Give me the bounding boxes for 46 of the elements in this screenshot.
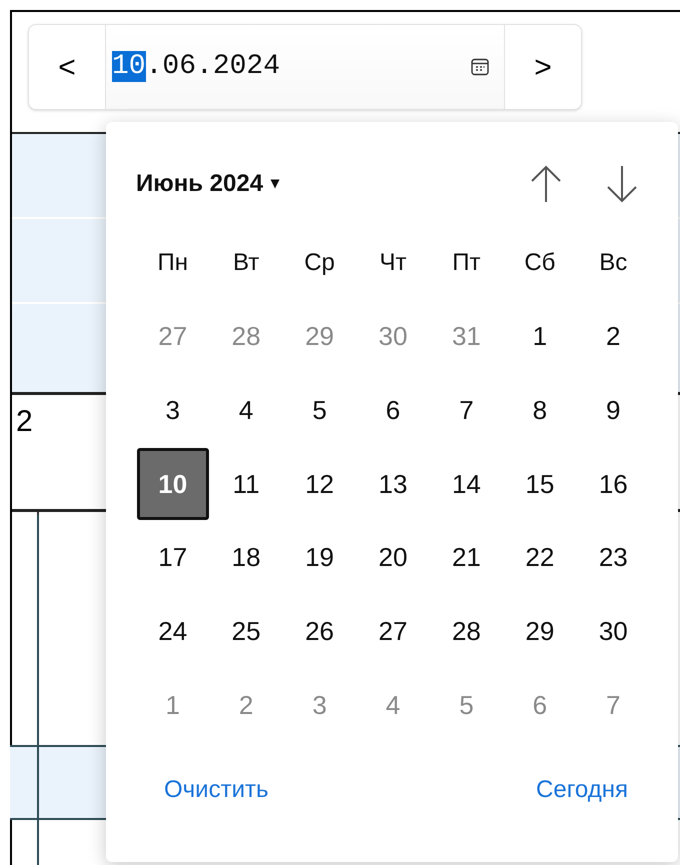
calendar-day[interactable]: 12 <box>284 448 356 520</box>
weekday-label: Вт <box>233 248 260 278</box>
today-link[interactable]: Сегодня <box>536 772 628 808</box>
weekday-label: Ср <box>304 248 335 278</box>
calendar-day[interactable]: 5 <box>284 374 356 447</box>
calendar-day[interactable]: 4 <box>210 374 282 447</box>
calendar-day[interactable]: 21 <box>430 522 502 594</box>
month-selector[interactable]: Июнь 2024 ▾ <box>136 166 280 202</box>
calendar-day[interactable]: 6 <box>356 374 429 447</box>
weekday-label: Пт <box>452 248 481 278</box>
calendar-day[interactable]: 1 <box>504 300 576 373</box>
calendar-day[interactable]: 22 <box>504 522 576 594</box>
date-text: 10.06.2024 <box>112 50 280 84</box>
calendar-day[interactable]: 10 <box>136 448 209 520</box>
table-cell-text: 2 <box>16 407 33 440</box>
calendar-day[interactable]: 23 <box>577 522 650 594</box>
calendar-day[interactable]: 13 <box>356 448 429 520</box>
calendar-day[interactable]: 28 <box>430 596 502 668</box>
calendar-day[interactable]: 11 <box>210 448 282 520</box>
date-input[interactable]: 10.06.2024 <box>105 25 505 109</box>
calendar-day[interactable]: 3 <box>136 374 209 447</box>
weekday-label: Чт <box>379 248 406 278</box>
next-date-button[interactable]: > <box>505 25 581 109</box>
weekday-label: Сб <box>524 248 556 278</box>
clear-link[interactable]: Очистить <box>164 772 268 808</box>
calendar-day[interactable]: 26 <box>284 596 356 668</box>
calendar-day[interactable]: 18 <box>210 522 282 594</box>
calendar-day[interactable]: 9 <box>577 374 650 447</box>
calendar-day[interactable]: 14 <box>430 448 502 520</box>
calendar-day[interactable]: 17 <box>136 522 209 594</box>
calendar-day[interactable]: 25 <box>210 596 282 668</box>
calendar-day[interactable]: 15 <box>504 448 576 520</box>
weekday-label: Пн <box>157 248 188 278</box>
calendar-day[interactable]: 20 <box>356 522 429 594</box>
calendar-day[interactable]: 8 <box>504 374 576 447</box>
calendar-day[interactable]: 30 <box>577 596 650 668</box>
calendar-day[interactable]: 19 <box>284 522 356 594</box>
calendar-day[interactable]: 16 <box>577 448 650 520</box>
calendar-day[interactable]: 29 <box>504 596 576 668</box>
previous-date-button[interactable]: < <box>29 25 105 109</box>
calendar-day[interactable]: 7 <box>430 374 502 447</box>
calendar-day[interactable]: 2 <box>577 300 650 373</box>
weekday-label: Вс <box>599 248 628 278</box>
calendar-day[interactable]: 27 <box>356 596 429 668</box>
calendar-day[interactable]: 24 <box>136 596 209 668</box>
calendar-icon[interactable] <box>470 57 490 77</box>
